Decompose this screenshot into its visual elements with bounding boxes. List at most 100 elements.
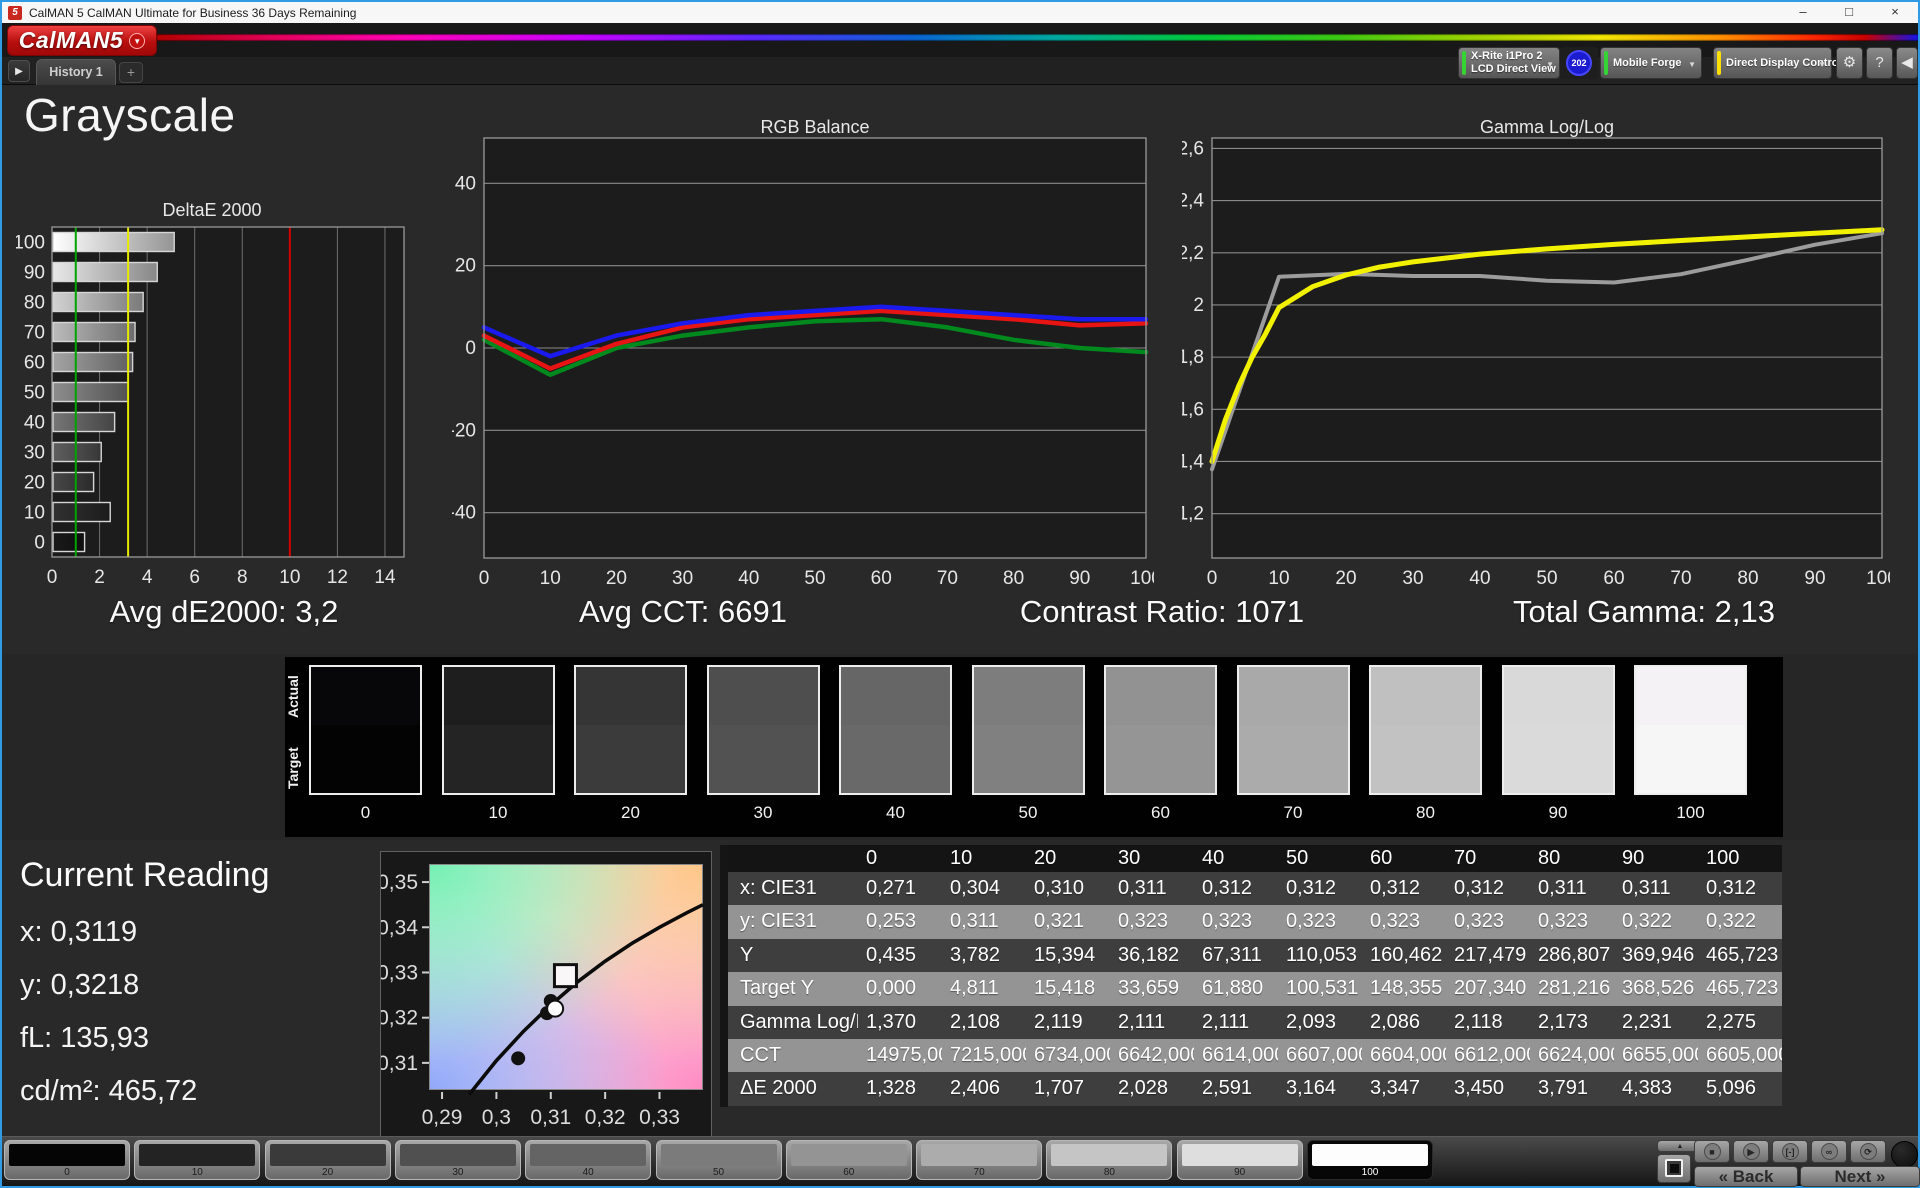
level-button-60[interactable]: 60 bbox=[785, 1140, 912, 1180]
maximize-icon[interactable]: □ bbox=[1826, 2, 1872, 23]
table-cell: 110,053 bbox=[1286, 943, 1357, 966]
stop-measure-button[interactable]: ■ bbox=[1694, 1140, 1730, 1163]
level-label: 20 bbox=[322, 1167, 334, 1178]
chevrons-left-icon: « bbox=[1718, 1167, 1733, 1186]
layout-nav-toggle[interactable]: ▶ bbox=[8, 60, 30, 82]
svg-text:0,32: 0,32 bbox=[585, 1106, 626, 1129]
svg-text:0: 0 bbox=[34, 533, 45, 554]
level-button-10[interactable]: 10 bbox=[134, 1140, 261, 1180]
reading-fl: fL: 135,93 bbox=[20, 1022, 149, 1054]
table-cell: 4,811 bbox=[950, 977, 999, 1000]
reading-cdm2: cd/m²: 465,72 bbox=[20, 1075, 198, 1107]
grayscale-swatch-100 bbox=[1634, 665, 1747, 795]
svg-text:80: 80 bbox=[1003, 568, 1024, 586]
svg-text:-40: -40 bbox=[452, 503, 476, 524]
table-cell: 0,312 bbox=[1370, 877, 1421, 899]
calman-logo-menu[interactable]: CalMAN5 ▼ bbox=[7, 25, 157, 56]
table-cell: 1,707 bbox=[1034, 1077, 1085, 1100]
table-cell: 0,311 bbox=[1118, 877, 1167, 899]
gear-icon: ⚙ bbox=[1842, 54, 1857, 71]
refresh-button[interactable]: ⟳ bbox=[1850, 1140, 1886, 1163]
deltae-bar-90 bbox=[52, 261, 158, 283]
meter-select-button[interactable]: X-Rite i1Pro 2 LCD Direct View ▼ bbox=[1458, 47, 1560, 79]
svg-text:30: 30 bbox=[1402, 568, 1423, 586]
grayscale-swatch-80 bbox=[1369, 665, 1482, 795]
level-patch bbox=[530, 1144, 647, 1166]
level-button-70[interactable]: 70 bbox=[916, 1140, 1043, 1180]
settings-button[interactable]: ⚙ bbox=[1836, 47, 1863, 79]
table-cell: 0,321 bbox=[1034, 910, 1085, 933]
svg-text:6: 6 bbox=[189, 567, 200, 588]
table-cell: 0,323 bbox=[1370, 910, 1421, 933]
help-button[interactable]: ? bbox=[1866, 47, 1893, 79]
close-icon[interactable]: × bbox=[1872, 2, 1918, 23]
table-cell: 0,435 bbox=[866, 943, 917, 966]
logo-text: CalMAN5 bbox=[18, 27, 124, 53]
svg-text:90: 90 bbox=[1069, 568, 1090, 586]
level-button-80[interactable]: 80 bbox=[1046, 1140, 1173, 1180]
svg-text:60: 60 bbox=[1603, 568, 1624, 586]
level-button-100[interactable]: 100 bbox=[1307, 1140, 1433, 1180]
table-cell: 2,028 bbox=[1118, 1077, 1169, 1100]
collapse-panel-button[interactable]: ◀ bbox=[1896, 47, 1918, 79]
level-button-20[interactable]: 20 bbox=[264, 1140, 391, 1180]
col-header-90: 90 bbox=[1622, 847, 1645, 869]
table-cell: 2,118 bbox=[1454, 1010, 1503, 1033]
grayscale-swatch-30 bbox=[706, 665, 820, 795]
deltae-bar-10 bbox=[52, 501, 111, 523]
table-cell: 217,479 bbox=[1454, 943, 1527, 966]
meter-badge-panel: 202 bbox=[1560, 47, 1598, 79]
current-reading-title: Current Reading bbox=[20, 856, 270, 894]
table-cell: 36,182 bbox=[1118, 943, 1180, 966]
level-button-40[interactable]: 40 bbox=[525, 1140, 652, 1180]
swatch-level-label: 90 bbox=[1548, 803, 1568, 822]
level-button-30[interactable]: 30 bbox=[394, 1140, 521, 1180]
deltae-bar-40 bbox=[52, 411, 116, 433]
minimize-icon[interactable]: – bbox=[1780, 2, 1826, 23]
start-measure-button[interactable]: ▶ bbox=[1733, 1140, 1769, 1163]
display-control-button[interactable]: Direct Display Control ▼ bbox=[1713, 47, 1842, 79]
svg-text:50: 50 bbox=[24, 383, 45, 404]
tab-history-1[interactable]: History 1 bbox=[36, 59, 116, 85]
level-patch bbox=[1181, 1144, 1298, 1166]
next-button[interactable]: Next » bbox=[1800, 1166, 1920, 1187]
continuous-measure-button[interactable]: ∞ bbox=[1811, 1140, 1847, 1163]
row-label: CCT bbox=[740, 1043, 782, 1066]
table-cell: 61,880 bbox=[1202, 977, 1264, 1000]
level-button-90[interactable]: 90 bbox=[1176, 1140, 1303, 1180]
table-cell: 2,093 bbox=[1286, 1010, 1337, 1033]
meter-count-badge: 202 bbox=[1566, 50, 1592, 76]
table-cell: 2,111 bbox=[1118, 1010, 1166, 1033]
table-cell: 3,450 bbox=[1454, 1077, 1505, 1100]
table-cell: 15,418 bbox=[1034, 977, 1096, 1000]
table-cell: 368,526 bbox=[1622, 977, 1695, 1000]
table-cell: 0,312 bbox=[1706, 877, 1757, 899]
add-tab-button[interactable]: + bbox=[119, 62, 143, 83]
level-button-50[interactable]: 50 bbox=[655, 1140, 782, 1180]
svg-text:0,32: 0,32 bbox=[381, 1007, 418, 1030]
svg-text:0: 0 bbox=[465, 338, 476, 359]
col-header-50: 50 bbox=[1286, 847, 1309, 869]
svg-text:10: 10 bbox=[279, 567, 300, 588]
source-select-button[interactable]: Mobile Forge ▼ bbox=[1600, 47, 1702, 79]
level-patch bbox=[921, 1144, 1038, 1166]
pattern-window-button[interactable] bbox=[1657, 1154, 1691, 1183]
stat-avg-de2000: Avg dE2000: 3,2 bbox=[109, 594, 339, 629]
table-cell: 100,531 bbox=[1286, 977, 1359, 1000]
table-cell: 0,323 bbox=[1538, 910, 1589, 933]
svg-text:80: 80 bbox=[24, 293, 45, 314]
deltae-bar-100 bbox=[52, 231, 175, 253]
level-button-0[interactable]: 0 bbox=[4, 1140, 130, 1180]
table-cell: 465,723 bbox=[1706, 943, 1779, 966]
table-cell: 6642,000 bbox=[1118, 1043, 1194, 1066]
svg-text:2,4: 2,4 bbox=[1182, 191, 1204, 212]
back-button[interactable]: « Back bbox=[1694, 1166, 1798, 1187]
pattern-window-icon bbox=[1665, 1159, 1683, 1177]
table-row-6: ΔE 2000 1,328 2,406 1,707 2,028 2,591 3,164 3,3… bbox=[728, 1072, 1782, 1106]
reading-y: y: 0,3218 bbox=[20, 969, 140, 1001]
svg-text:0,31: 0,31 bbox=[381, 1052, 418, 1075]
svg-text:2: 2 bbox=[1193, 295, 1204, 316]
single-measure-button[interactable]: [-] bbox=[1772, 1140, 1808, 1163]
chevron-left-icon: ◀ bbox=[1901, 54, 1913, 71]
svg-text:20: 20 bbox=[455, 256, 476, 277]
